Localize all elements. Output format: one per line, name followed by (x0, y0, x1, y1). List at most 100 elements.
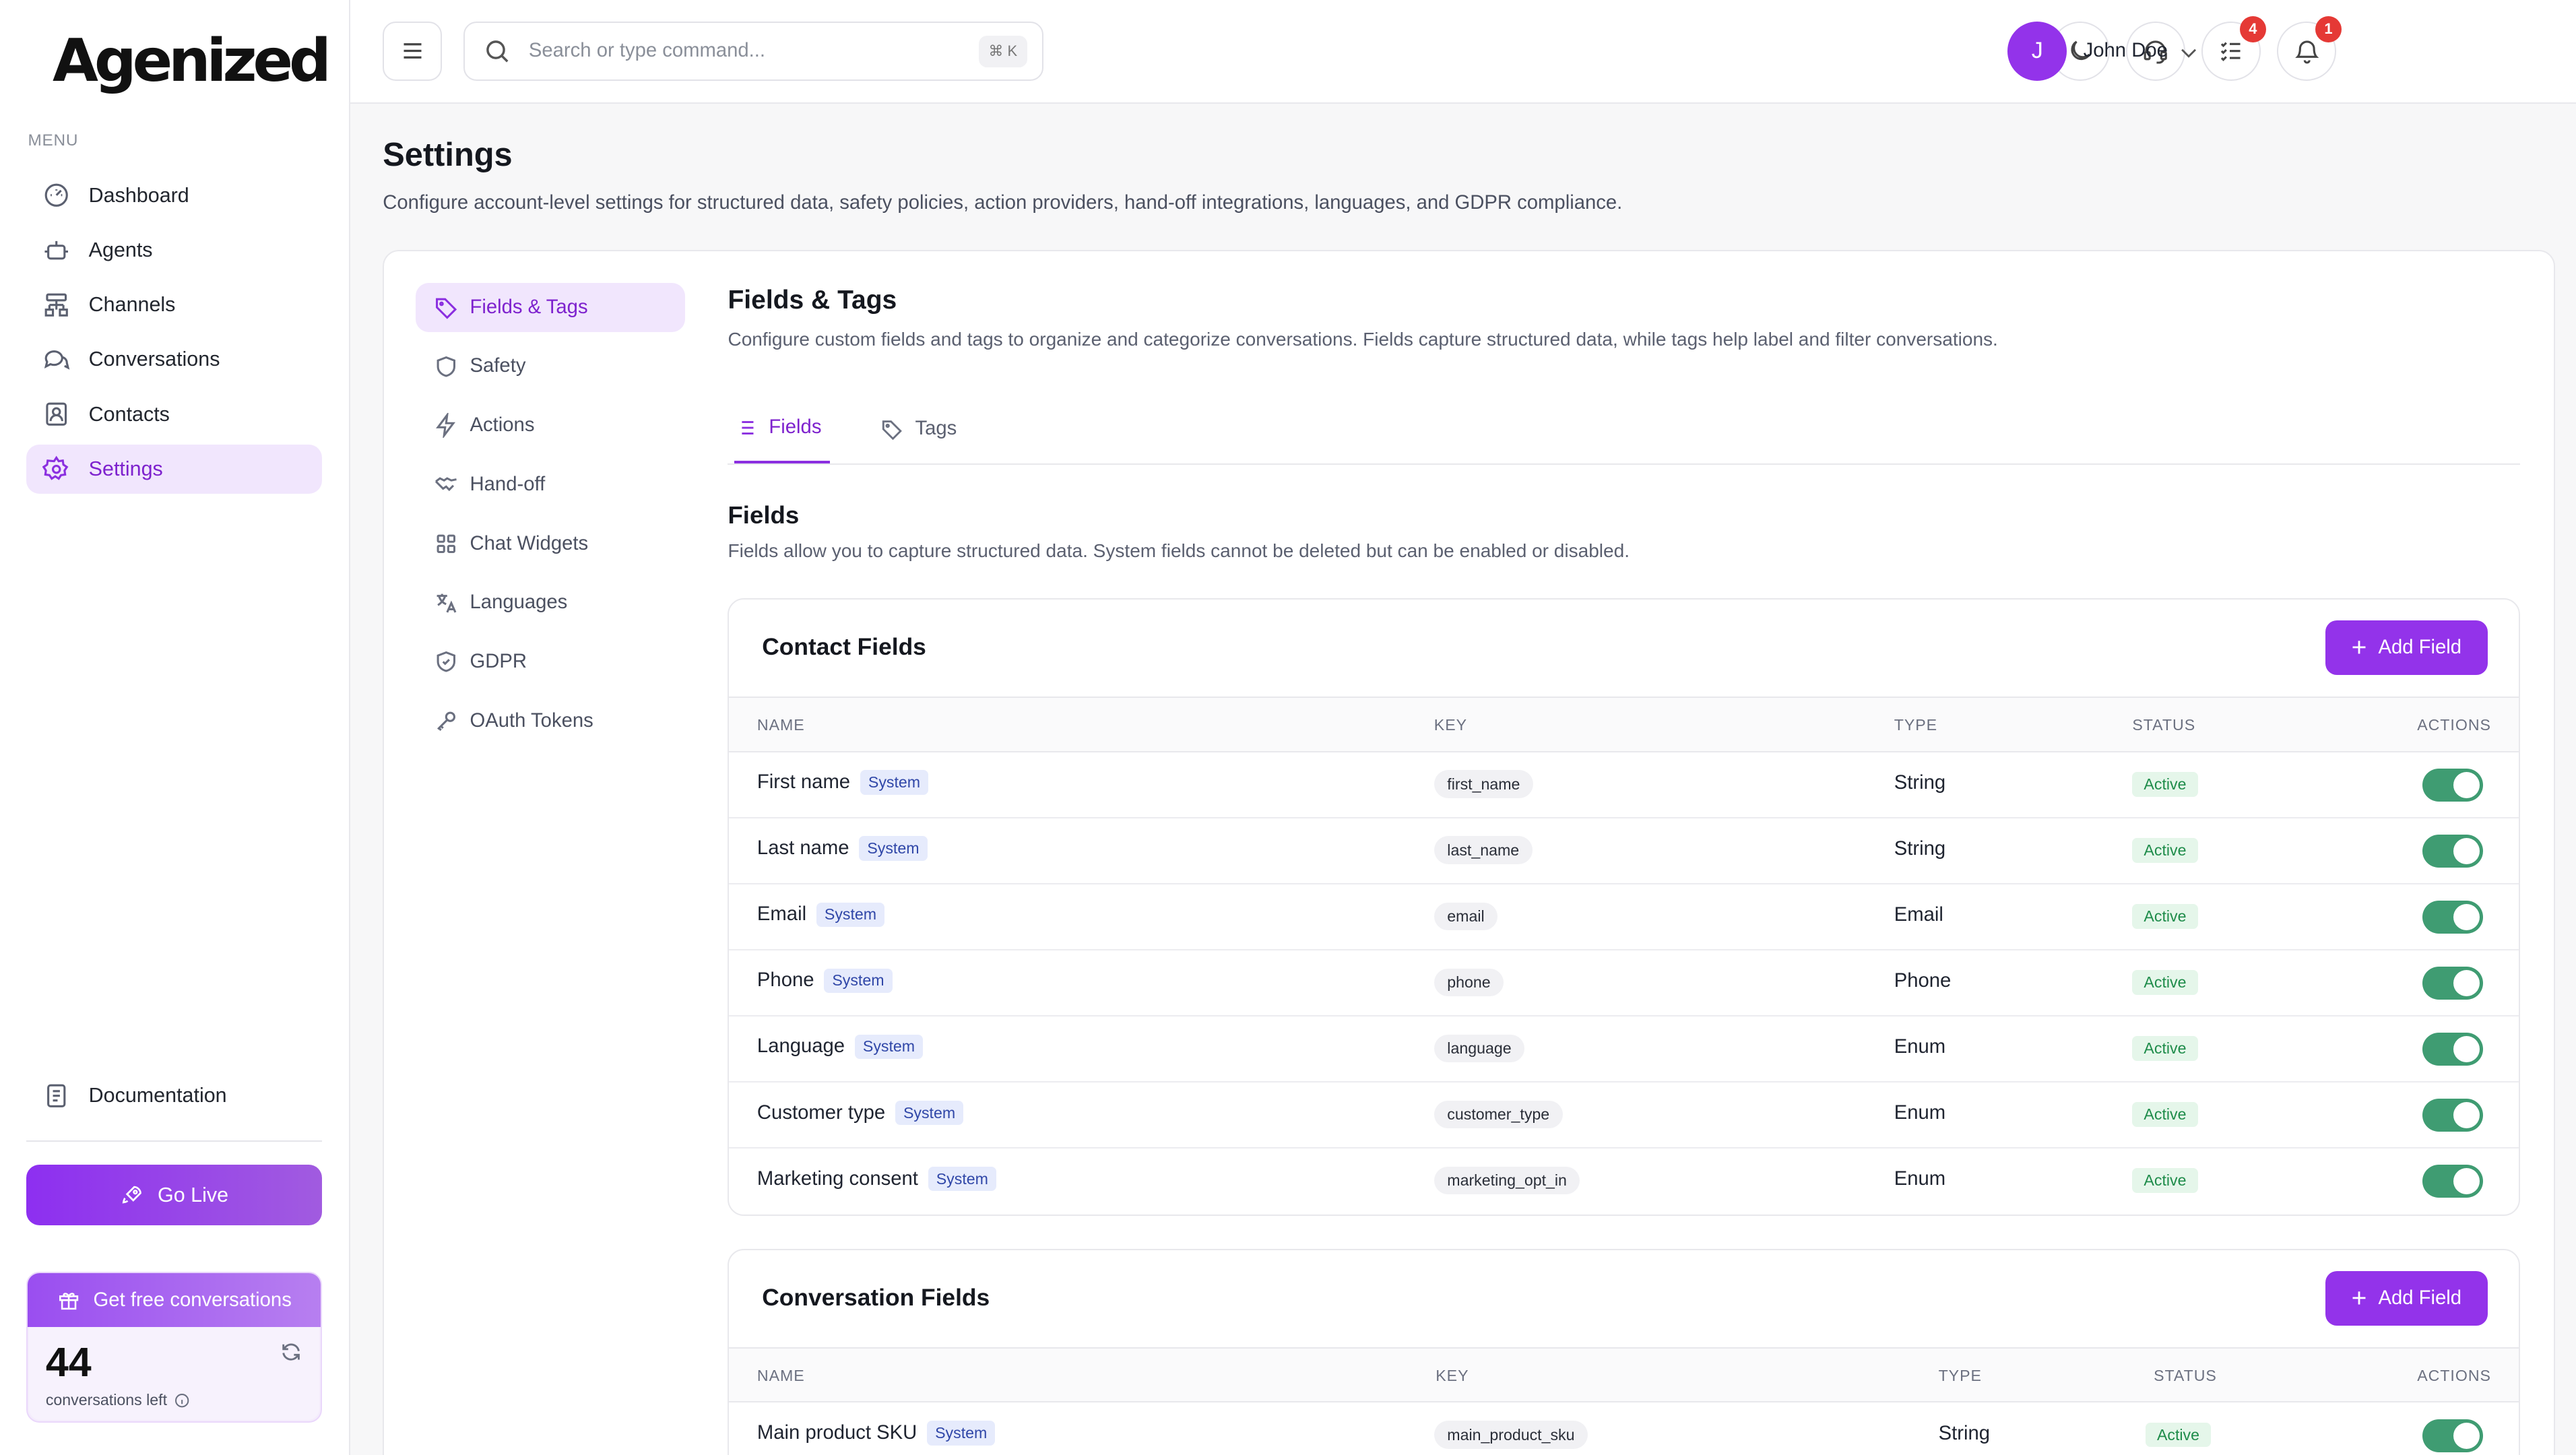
shield-check-icon (437, 651, 455, 673)
notifications-button[interactable]: 1 (2277, 15, 2342, 81)
subnav-label: GDPR (470, 651, 527, 673)
column-header-actions: ACTIONS (2417, 715, 2491, 734)
column-header-type: TYPE (1938, 1366, 1982, 1384)
table-row: Last name System last_name String Active (729, 818, 2519, 884)
sidebar-item-dashboard[interactable]: Dashboard (26, 171, 322, 220)
table-row: Main product SKU System main_product_sku St… (729, 1402, 2519, 1455)
field-enabled-toggle[interactable] (2422, 1419, 2483, 1452)
field-enabled-toggle[interactable] (2422, 1165, 2483, 1198)
avatar[interactable]: J (2007, 21, 2067, 81)
system-badge: System (860, 770, 929, 796)
app-logo[interactable]: Agenized (53, 26, 331, 95)
subnav-label: Safety (470, 355, 526, 377)
sidebar-item-label: Conversations (88, 348, 220, 371)
subnav-item-chat-widgets[interactable]: Chat Widgets (416, 519, 685, 569)
field-enabled-toggle[interactable] (2422, 901, 2483, 934)
grid-icon (437, 534, 455, 553)
field-name-cell: Marketing consent System (756, 1166, 997, 1192)
subnav-item-fields-tags[interactable]: Fields & Tags (416, 282, 686, 332)
page-title: Settings (383, 137, 513, 174)
field-type: String (1894, 771, 1946, 794)
field-enabled-toggle[interactable] (2422, 835, 2483, 868)
field-enabled-toggle[interactable] (2422, 1033, 2483, 1066)
status-badge: Active (2132, 1168, 2198, 1193)
card-header: Contact Fields + Add Field (729, 600, 2519, 699)
chat-icon (44, 350, 70, 370)
rocket-icon (122, 1186, 141, 1204)
search-input[interactable] (528, 40, 957, 63)
sidebar-item-contacts[interactable]: Contacts (26, 389, 322, 439)
go-live-button[interactable]: Go Live (26, 1165, 323, 1226)
sidebar-item-documentation[interactable]: Documentation (26, 1071, 322, 1120)
get-free-conversations-button[interactable]: Get free conversations (28, 1272, 321, 1328)
table-header: NAME KEY TYPE STATUS ACTIONS (729, 698, 2519, 752)
add-contact-field-button[interactable]: + Add Field (2325, 620, 2488, 675)
hamburger-icon (404, 43, 422, 59)
sidebar-item-label: Contacts (88, 402, 170, 426)
document-icon (47, 1084, 66, 1107)
field-type: Enum (1894, 1036, 1946, 1058)
handshake-icon (434, 477, 457, 492)
plus-icon: + (2351, 1284, 2367, 1314)
subnav-item-gdpr[interactable]: GDPR (416, 637, 685, 686)
gift-icon (59, 1293, 79, 1310)
info-icon[interactable] (174, 1392, 190, 1409)
field-key: email (1434, 902, 1498, 931)
sidebar-item-label: Agents (88, 238, 153, 261)
field-name: Marketing consent (756, 1167, 918, 1190)
subnav-item-actions[interactable]: Actions (416, 401, 685, 450)
field-name-cell: Email System (757, 902, 885, 928)
sidebar-item-label: Settings (88, 457, 163, 480)
checklist-icon (2221, 42, 2241, 61)
column-header-type: TYPE (1894, 715, 1938, 734)
subnav-item-safety[interactable]: Safety (416, 342, 685, 391)
tab-tags[interactable]: Tags (880, 394, 957, 463)
sidebar-item-agents[interactable]: Agents (26, 226, 322, 275)
chevron-down-icon[interactable] (2177, 41, 2200, 64)
search-bar[interactable]: ⌘ K (463, 21, 1043, 81)
field-enabled-toggle[interactable] (2422, 967, 2483, 1000)
tab-fields[interactable]: Fields (734, 394, 830, 463)
field-key: phone (1434, 968, 1504, 997)
field-enabled-toggle[interactable] (2422, 1099, 2483, 1132)
fields-tags-tabs: Fields Tags (728, 394, 2521, 465)
field-name-cell: Main product SKU System (757, 1421, 996, 1446)
table-row: Phone System phone Phone Active (729, 950, 2519, 1016)
dashboard-icon (45, 184, 69, 207)
conversation-fields-table-body: Main product SKU System main_product_sku St… (729, 1402, 2519, 1455)
table-row: Language System language Enum Active (729, 1016, 2519, 1082)
conversations-left-text: conversations left (45, 1391, 168, 1409)
user-name[interactable]: John Doe (2084, 40, 2168, 62)
documentation-link[interactable]: Documentation (26, 1071, 322, 1120)
sidebar-item-label: Dashboard (88, 183, 189, 207)
tasks-button[interactable]: 4 (2201, 15, 2266, 81)
section-description: Configure custom fields and tags to orga… (728, 328, 1998, 350)
sidebar-item-settings[interactable]: Settings (26, 444, 323, 494)
field-name: Phone (756, 969, 814, 992)
field-name-cell: First name System (757, 770, 929, 796)
tab-label: Tags (915, 418, 957, 440)
sidebar-item-channels[interactable]: Channels (26, 280, 322, 329)
subnav-item-languages[interactable]: Languages (416, 578, 685, 627)
field-enabled-toggle[interactable] (2422, 768, 2483, 802)
sidebar: Agenized MENU Dashboard Agents Channels … (0, 0, 350, 1455)
status-badge: Active (2132, 771, 2198, 797)
menu-toggle-button[interactable] (383, 21, 443, 81)
field-type: String (1894, 837, 1946, 860)
sidebar-item-conversations[interactable]: Conversations (26, 335, 322, 384)
sidebar-divider (26, 1140, 323, 1142)
subnav-item-oauth-tokens[interactable]: OAuth Tokens (416, 697, 685, 746)
field-name: Customer type (756, 1101, 886, 1124)
contacts-icon (46, 402, 67, 426)
free-conversations-card: Get free conversations 44 conversations … (26, 1271, 323, 1423)
subnav-label: Languages (470, 591, 568, 614)
refresh-icon[interactable] (280, 1340, 302, 1363)
key-icon (437, 711, 455, 732)
settings-subnav: Fields & Tags Safety Actions Hand-off Ch… (416, 282, 686, 756)
subnav-item-hand-off[interactable]: Hand-off (416, 460, 685, 509)
field-name-cell: Last name System (757, 836, 928, 862)
column-header-status: STATUS (2154, 1366, 2217, 1384)
field-name-cell: Language System (757, 1034, 924, 1060)
add-conversation-field-button[interactable]: + Add Field (2325, 1271, 2488, 1326)
card-title: Contact Fields (762, 634, 926, 660)
